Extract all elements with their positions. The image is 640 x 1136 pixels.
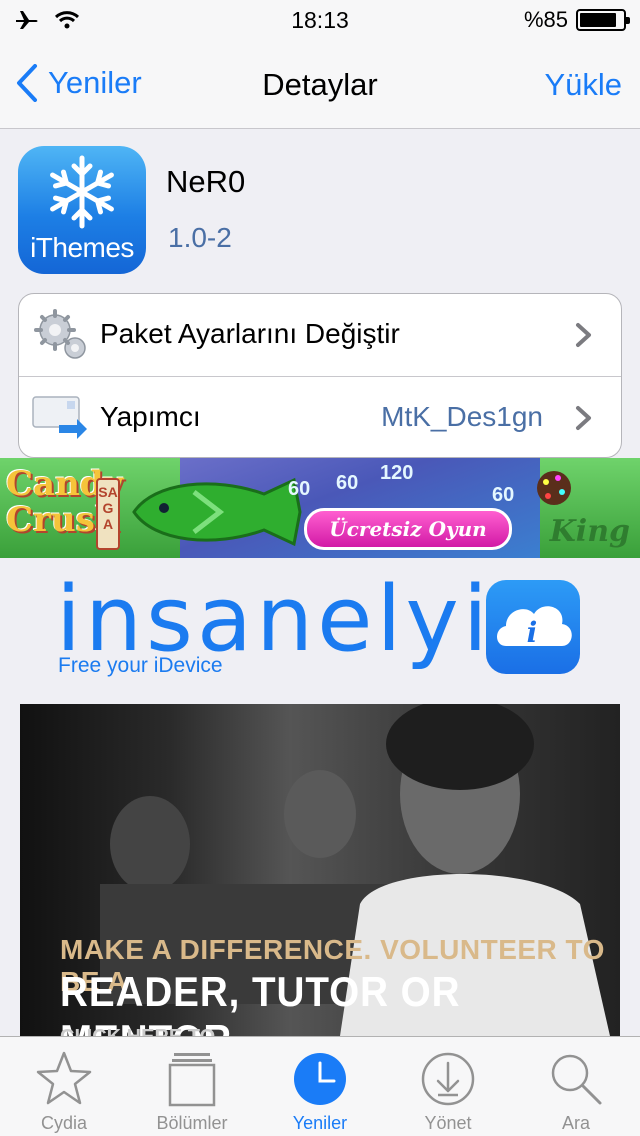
ad-cta-button[interactable]: Ücretsiz Oyun xyxy=(304,508,512,550)
author-name: MtK_Des1gn xyxy=(381,401,543,432)
battery-icon xyxy=(576,9,630,31)
package-name: NeR0 xyxy=(166,164,246,199)
cloud-letter: i xyxy=(527,616,538,649)
package-version: 1.0-2 xyxy=(168,222,232,253)
change-package-settings-row[interactable]: Paket Ayarlarını Değiştir xyxy=(19,294,621,376)
package-header: iThemes NeR0 1.0-2 xyxy=(18,146,622,274)
install-button[interactable]: Yükle xyxy=(544,67,622,103)
cloud-logo-icon: i xyxy=(486,580,580,674)
volunteer-ad-image[interactable]: MAKE A DIFFERENCE. VOLUNTEER TO BE A REA… xyxy=(20,704,620,1036)
tab-manage[interactable]: Yönet xyxy=(384,1037,512,1136)
ad-score-3: 120 xyxy=(380,462,414,484)
ad-saga-badge: SAGA xyxy=(96,478,120,550)
package-icon-label: iThemes xyxy=(30,232,134,263)
tab-changes[interactable]: Yeniler xyxy=(256,1037,384,1136)
tab-label: Yönet xyxy=(424,1113,472,1133)
tab-label: Ara xyxy=(561,1113,590,1133)
sections-icon xyxy=(168,1053,216,1107)
ad-score-2: 60 xyxy=(336,472,359,494)
star-icon xyxy=(36,1051,92,1105)
mail-forward-icon xyxy=(32,396,87,439)
battery-level xyxy=(580,13,616,27)
author-row[interactable]: Yapımcı MtK_Des1gn xyxy=(19,376,621,457)
chevron-right-icon xyxy=(576,323,591,347)
chevron-right-icon xyxy=(576,406,591,430)
navigation-bar: Yeniler Detaylar Yükle xyxy=(0,40,640,129)
candy-crush-ad-banner[interactable]: 60 60 120 60 Candy Crush SAGA Ücretsiz O… xyxy=(0,458,640,558)
status-bar: 18:13 %85 xyxy=(0,0,640,40)
package-icon: iThemes xyxy=(18,146,146,274)
ad-score-1: 60 xyxy=(288,478,311,500)
tab-bar: Cydia Bölümler Yeniler Yönet Ara xyxy=(0,1036,640,1136)
promo-cta-text: CLICK HERE TO xyxy=(60,1026,215,1036)
row-label: Yapımcı xyxy=(100,401,201,432)
insanelyi-logo[interactable]: insanelyi Free your iDevice i xyxy=(56,572,586,684)
tab-cydia[interactable]: Cydia xyxy=(0,1037,128,1136)
gears-icon xyxy=(34,309,86,359)
tab-label: Yeniler xyxy=(292,1113,348,1133)
search-icon xyxy=(551,1054,602,1105)
row-label: Paket Ayarlarını Değiştir xyxy=(100,318,400,349)
brand-tagline: Free your iDevice xyxy=(58,654,223,677)
tab-sections[interactable]: Bölümler xyxy=(128,1037,256,1136)
ad-publisher-logo: King xyxy=(549,514,630,549)
package-options-group: Paket Ayarlarını Değiştir Yapımcı MtK_De… xyxy=(18,293,622,458)
snowflake-icon xyxy=(50,155,114,229)
cloud-icon: i xyxy=(497,606,572,649)
candy-icon xyxy=(537,471,571,505)
tab-label: Cydia xyxy=(40,1113,88,1133)
download-icon xyxy=(421,1052,475,1106)
tab-label: Bölümler xyxy=(156,1113,228,1133)
status-time: 18:13 xyxy=(291,7,349,33)
tab-search[interactable]: Ara xyxy=(512,1037,640,1136)
ad-score-5: 60 xyxy=(492,484,515,506)
clock-icon xyxy=(294,1053,346,1105)
